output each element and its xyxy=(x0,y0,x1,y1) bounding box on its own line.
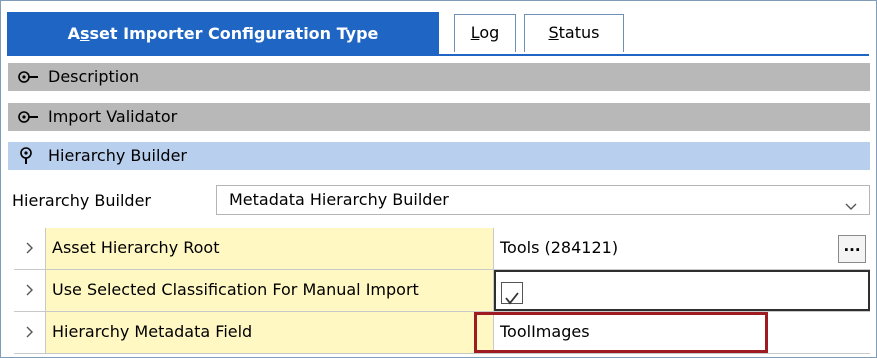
chevron-right-icon xyxy=(26,284,33,296)
section-import-validator[interactable]: Import Validator xyxy=(8,103,870,131)
chevron-right-icon xyxy=(26,326,33,338)
section-label: Import Validator xyxy=(48,107,178,126)
tab-strip: Asset Importer Configuration Type Log St… xyxy=(7,12,869,56)
property-value[interactable]: Tools (284121) ... xyxy=(494,228,870,269)
section-hierarchy-builder[interactable]: Hierarchy Builder xyxy=(8,142,870,170)
tab-asset-importer-configuration-type[interactable]: Asset Importer Configuration Type xyxy=(7,12,439,54)
tab-status-rest: tatus xyxy=(558,23,600,42)
tab-label-prefix: A xyxy=(67,24,80,43)
chevron-down-icon[interactable] xyxy=(843,189,861,213)
highlight-box xyxy=(474,312,768,353)
property-label: Asset Hierarchy Root xyxy=(46,228,494,269)
hierarchy-builder-select[interactable]: Metadata Hierarchy Builder xyxy=(216,185,870,215)
section-label: Hierarchy Builder xyxy=(48,146,188,165)
tab-log[interactable]: Log xyxy=(454,14,516,52)
asset-hierarchy-root-value: Tools (284121) xyxy=(500,238,619,257)
tab-log-rest: og xyxy=(479,23,500,42)
tab-label-mnemonic: s xyxy=(79,24,90,43)
tab-status[interactable]: Status xyxy=(524,14,624,52)
tab-status-mnemonic: S xyxy=(548,23,559,42)
expand-row-button[interactable] xyxy=(14,228,46,269)
use-classification-checkbox[interactable] xyxy=(501,282,523,305)
expand-row-button[interactable] xyxy=(14,312,46,353)
property-label: Hierarchy Metadata Field xyxy=(46,312,494,353)
hierarchy-builder-label: Hierarchy Builder xyxy=(12,191,152,210)
table-row[interactable]: Asset Hierarchy Root Tools (284121) ... xyxy=(14,228,870,270)
tab-label-rest: set Importer Configuration Type xyxy=(89,24,379,43)
key-icon xyxy=(18,63,44,91)
key-icon xyxy=(18,103,44,131)
browse-button[interactable]: ... xyxy=(838,235,866,263)
pin-icon xyxy=(18,142,44,170)
property-value[interactable] xyxy=(494,270,870,311)
chevron-right-icon xyxy=(26,242,33,254)
checkmark-icon xyxy=(505,292,519,305)
property-label: Use Selected Classification For Manual I… xyxy=(46,270,494,311)
section-label: Description xyxy=(48,67,140,86)
section-description[interactable]: Description xyxy=(8,63,870,91)
table-row[interactable]: Use Selected Classification For Manual I… xyxy=(14,270,870,312)
expand-row-button[interactable] xyxy=(14,270,46,311)
hierarchy-builder-selected-value: Metadata Hierarchy Builder xyxy=(229,190,449,209)
